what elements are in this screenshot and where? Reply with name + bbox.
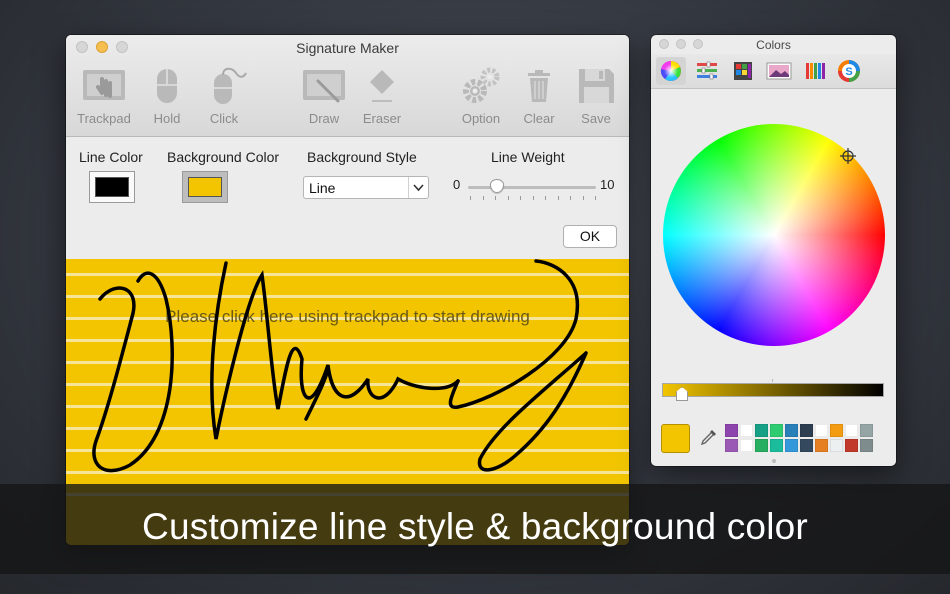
brightness-slider[interactable] [662, 383, 884, 397]
trackpad-button[interactable]: Trackpad [72, 65, 136, 133]
save-label: Save [581, 111, 611, 126]
color-palettes-icon [734, 62, 752, 80]
color-swatch[interactable] [725, 424, 738, 437]
trackpad-icon [83, 70, 125, 100]
caption-text: Customize line style & background color [142, 506, 808, 547]
color-swatch[interactable] [785, 424, 798, 437]
floppy-disk-icon [579, 69, 614, 103]
color-swatch[interactable] [845, 439, 858, 452]
color-swatch[interactable] [740, 439, 753, 452]
color-swatch[interactable] [860, 439, 873, 452]
tab-color-wheel[interactable] [656, 57, 686, 85]
tab-color-sliders[interactable] [692, 57, 722, 85]
colors-panel: Colors S [651, 35, 896, 466]
color-swatch[interactable] [800, 439, 813, 452]
save-button[interactable]: Save [564, 65, 628, 133]
draw-icon [303, 70, 345, 103]
trash-icon [528, 70, 550, 102]
color-swatch[interactable] [815, 424, 828, 437]
eraser-icon [370, 70, 394, 102]
hold-button[interactable]: Hold [135, 65, 199, 133]
colors-tab-bar: S [651, 54, 896, 89]
panel-grip[interactable] [772, 459, 776, 463]
color-wheel-crosshair[interactable] [840, 148, 856, 164]
line-weight-knob[interactable] [490, 179, 504, 193]
color-sliders-icon [697, 61, 717, 80]
color-swatch[interactable] [755, 424, 768, 437]
line-weight-track[interactable] [468, 186, 596, 189]
gear-icon [463, 67, 500, 103]
click-button[interactable]: Click [192, 65, 256, 133]
tab-pencils[interactable] [800, 57, 830, 85]
custom-picker-icon: S [838, 60, 860, 82]
swatch-grid [725, 424, 873, 452]
toolbar: Signature Maker Trackpad Hold Click Draw… [66, 35, 629, 137]
line-weight-min: 0 [453, 177, 461, 192]
eraser-label: Eraser [362, 111, 402, 126]
color-swatch[interactable] [740, 424, 753, 437]
line-color-label: Line Color [79, 149, 143, 165]
clear-button[interactable]: Clear [507, 65, 571, 133]
line-color-swatch [95, 177, 129, 197]
color-swatch[interactable] [845, 424, 858, 437]
line-weight-max: 10 [600, 177, 615, 192]
eraser-button[interactable]: Eraser [350, 65, 414, 133]
background-color-label: Background Color [167, 149, 280, 165]
background-color-swatch [188, 177, 222, 197]
color-swatch[interactable] [785, 439, 798, 452]
click-label: Click [209, 111, 239, 126]
eyedropper-icon[interactable] [699, 427, 719, 447]
background-color-well[interactable] [182, 171, 228, 203]
line-color-well[interactable] [89, 171, 135, 203]
chevron-down-icon [408, 177, 428, 198]
window-title: Signature Maker [296, 40, 399, 56]
color-wheel-icon [660, 60, 681, 81]
current-color-swatch[interactable] [661, 424, 690, 453]
mouse-click-icon [214, 67, 247, 104]
option-label: Option [461, 111, 501, 126]
color-swatch[interactable] [830, 424, 843, 437]
line-weight-label: Line Weight [491, 149, 565, 165]
brightness-tick [772, 379, 773, 382]
colors-title: Colors [756, 38, 791, 52]
color-swatch[interactable] [725, 439, 738, 452]
ok-button[interactable]: OK [563, 225, 617, 248]
tab-image-palettes[interactable] [764, 57, 794, 85]
tab-custom-picker[interactable]: S [834, 57, 864, 85]
draw-button[interactable]: Draw [292, 65, 356, 133]
color-swatch[interactable] [800, 424, 813, 437]
color-swatch[interactable] [770, 439, 783, 452]
image-palettes-icon [766, 62, 792, 80]
color-swatch[interactable] [770, 424, 783, 437]
clear-label: Clear [523, 111, 555, 126]
line-weight-ticks [470, 196, 596, 200]
background-style-select[interactable]: Line [303, 176, 429, 199]
mouse-hold-icon [157, 69, 177, 103]
trackpad-label: Trackpad [77, 111, 131, 126]
color-swatch[interactable] [755, 439, 768, 452]
color-swatch[interactable] [860, 424, 873, 437]
signature-maker-window: Signature Maker Trackpad Hold Click Draw… [66, 35, 629, 545]
pencils-icon [806, 63, 825, 79]
background-style-label: Background Style [307, 149, 417, 165]
svg-text:S: S [845, 66, 852, 78]
tab-color-palettes[interactable] [728, 57, 758, 85]
color-swatch[interactable] [815, 439, 828, 452]
background-style-value: Line [309, 180, 336, 196]
draw-label: Draw [308, 111, 340, 126]
hold-label: Hold [153, 111, 181, 126]
color-swatch[interactable] [830, 439, 843, 452]
option-button[interactable]: Option [449, 65, 513, 133]
